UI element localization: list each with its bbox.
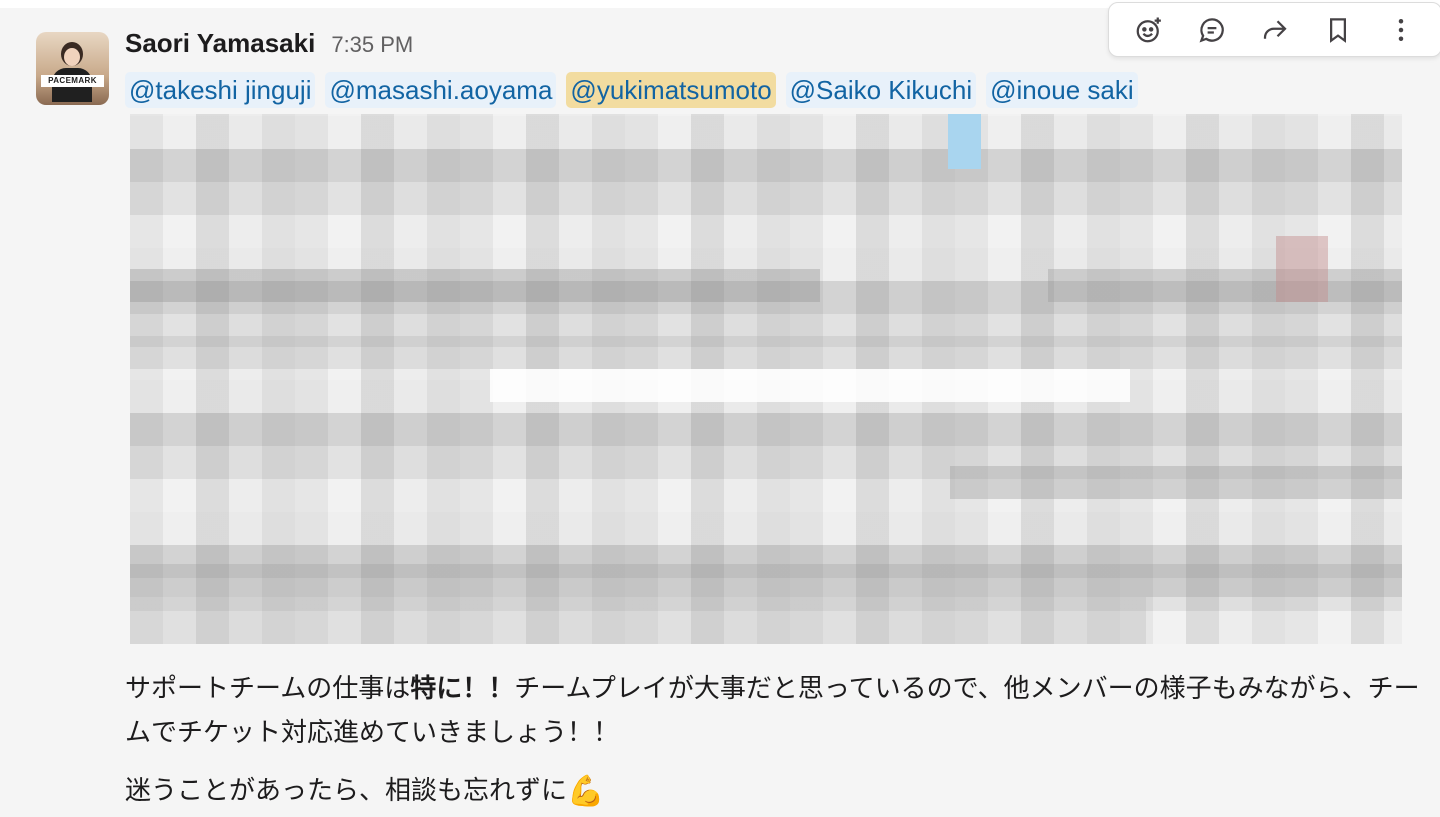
message-paragraph-2: 迷うことがあったら、相談も忘れずに💪 — [125, 768, 1425, 814]
author-avatar[interactable]: PACEMARK — [36, 32, 109, 105]
save-bookmark-button[interactable] — [1315, 10, 1361, 50]
message-container: PACEMARK Saori Yamasaki 7:35 PM @takeshi… — [0, 2, 1440, 817]
mention-takeshi-jinguji[interactable]: @takeshi jinguji — [125, 72, 316, 108]
flexed-biceps-emoji: 💪 — [567, 775, 605, 808]
message-header: Saori Yamasaki 7:35 PM — [125, 28, 413, 64]
mention-yukimatsumoto[interactable]: @yukimatsumoto — [566, 72, 776, 108]
author-name[interactable]: Saori Yamasaki — [125, 28, 315, 59]
more-actions-icon — [1399, 18, 1404, 41]
mention-inoue-saki[interactable]: @inoue saki — [986, 72, 1138, 108]
mention-saiko-kikuchi[interactable]: @Saiko Kikuchi — [785, 72, 977, 108]
reply-in-thread-icon — [1199, 17, 1224, 42]
bold-emphasis: 特に！！ — [410, 673, 515, 703]
avatar-sign-text: PACEMARK — [41, 75, 104, 87]
save-bookmark-icon — [1330, 17, 1347, 43]
share-message-icon — [1263, 19, 1287, 39]
reply-in-thread-button[interactable] — [1189, 10, 1235, 50]
message-timestamp[interactable]: 7:35 PM — [331, 32, 413, 58]
share-message-button[interactable] — [1252, 10, 1298, 50]
mention-masashi-aoyama[interactable]: @masashi.aoyama — [325, 72, 557, 108]
message-actions-toolbar — [1108, 2, 1440, 57]
avatar-face — [64, 48, 80, 66]
message-paragraph-1: サポートチームの仕事は特に！！チームプレイが大事だと思っているので、他メンバーの… — [125, 673, 1420, 747]
more-actions-button[interactable] — [1378, 10, 1424, 50]
add-reaction-button[interactable] — [1126, 10, 1172, 50]
pixelated-redacted-content — [130, 114, 1402, 644]
mention-list: @takeshi jinguji @masashi.aoyama @yukima… — [125, 72, 1138, 108]
add-reaction-icon — [1136, 17, 1161, 42]
message-body: サポートチームの仕事は特に！！チームプレイが大事だと思っているので、他メンバーの… — [125, 666, 1425, 814]
